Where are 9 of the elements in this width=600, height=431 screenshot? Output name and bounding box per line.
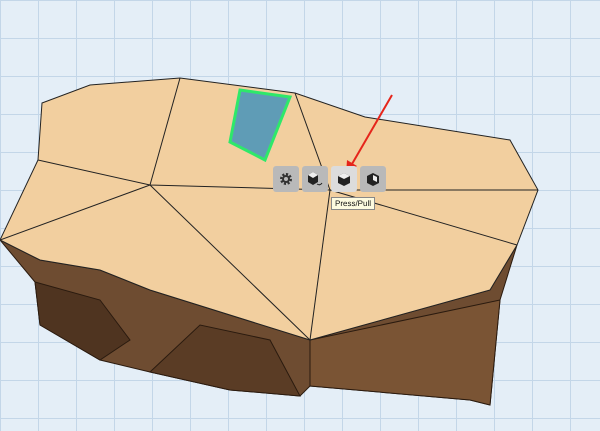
tool-button[interactable] — [273, 166, 299, 192]
tool-button[interactable] — [360, 166, 386, 192]
cube-move-icon — [306, 171, 324, 187]
tool-button[interactable] — [331, 166, 357, 192]
tool-button[interactable] — [302, 166, 328, 192]
tooltip: Press/Pull — [331, 197, 376, 210]
settings-icon — [279, 172, 293, 186]
cube-icon — [366, 172, 380, 186]
cube-icon — [337, 172, 351, 186]
